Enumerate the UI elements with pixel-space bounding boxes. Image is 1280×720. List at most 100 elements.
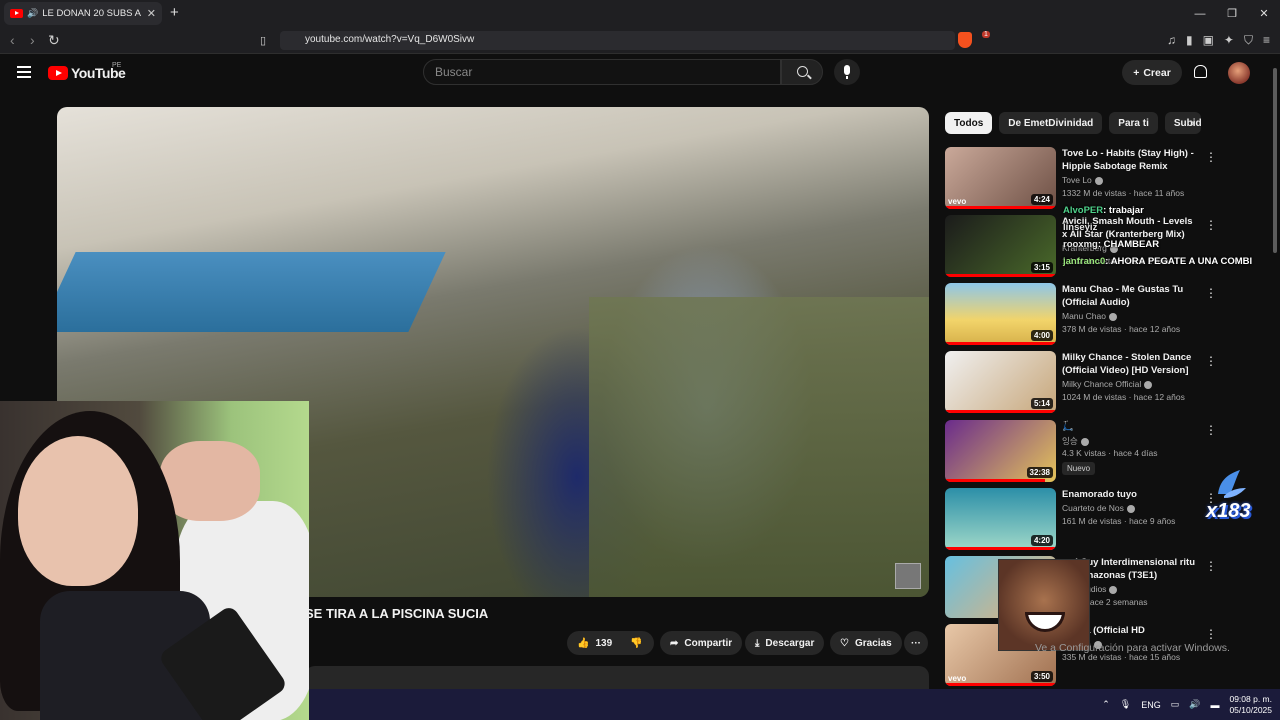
recommendation-title[interactable]: Manu Chao - Me Gustas Tu (Official Audio… [1062, 283, 1197, 309]
window-controls: — ❐ ✕ [1184, 0, 1280, 27]
recommendation-title[interactable]: 🛴 [1062, 420, 1197, 433]
channel-name[interactable]: 잉승 [1062, 435, 1089, 447]
scrollbar-thumb[interactable] [1273, 68, 1277, 253]
recommendation-item[interactable]: y el Cuy Interdimensional ritu del Amazo… [945, 556, 1265, 620]
cam-face-shape [18, 436, 138, 586]
pool-scene [57, 252, 446, 332]
forward-icon[interactable]: › [30, 32, 35, 48]
back-icon[interactable]: ‹ [10, 32, 15, 48]
chip-para-ti[interactable]: Para ti [1109, 112, 1158, 134]
recommendation-item[interactable]: 5:14 Milky Chance - Stolen Dance (Officia… [945, 351, 1265, 415]
chevron-right-icon[interactable]: › [1190, 114, 1195, 130]
minimize-icon[interactable]: — [1184, 0, 1216, 27]
avatar[interactable] [1228, 62, 1250, 84]
more-options-icon[interactable]: ⋮ [1205, 150, 1217, 164]
notifications-bell-icon[interactable] [1194, 65, 1207, 78]
display-icon[interactable]: ▭ [1171, 699, 1180, 710]
share-icon: ➦ [670, 637, 679, 649]
duration-badge: 4:00 [1030, 330, 1053, 341]
video-thumbnail[interactable]: 3:15 [945, 215, 1056, 277]
rewards-badge[interactable]: 1 [982, 31, 990, 38]
like-dislike-group: 👍 139 👎 [567, 631, 654, 655]
dislike-icon[interactable]: 👎 [630, 638, 642, 649]
chat-user: AlvoPER [1063, 205, 1104, 216]
microphone-icon[interactable]: 🎙 [1120, 699, 1131, 710]
browser-toolbar-icons: ♫ ▮ ▣ ✦ ⛉ ≡ [1167, 33, 1270, 48]
restore-icon[interactable]: ❐ [1216, 0, 1248, 27]
voice-search-icon[interactable] [834, 59, 860, 85]
watch-progress-bar [945, 342, 1056, 345]
chip-subidos[interactable]: Subidos [1164, 112, 1201, 134]
wallet-icon[interactable]: ▣ [1203, 33, 1214, 48]
language-indicator[interactable]: ENG [1141, 700, 1161, 710]
tab-close-icon[interactable]: ✕ [147, 7, 156, 20]
share-button[interactable]: ➦ Compartir [660, 631, 743, 655]
more-actions-button[interactable]: ··· [904, 631, 928, 655]
channel-name[interactable]: Manu Chao [1062, 311, 1117, 321]
browser-tab[interactable]: 🔊 LE DONAN 20 SUBS A EMETSI... ✕ [4, 2, 162, 25]
vpn-icon[interactable]: ⛉ [1244, 33, 1253, 48]
url-field[interactable]: youtube.com/watch?v=Vq_D6W0Sivw [280, 31, 955, 50]
more-options-icon[interactable]: ⋮ [1205, 423, 1217, 437]
channel-watermark-icon[interactable] [895, 563, 921, 589]
brave-shields-icon[interactable] [958, 32, 972, 48]
sidebar-icon[interactable]: ▮ [1186, 33, 1193, 48]
bookmark-icon[interactable]: ▯ [260, 34, 266, 47]
reload-icon[interactable]: ↻ [48, 32, 60, 49]
recommendation-title[interactable]: Tove Lo - Habits (Stay High) - Hippie Sa… [1062, 147, 1197, 173]
verified-check-icon [1109, 585, 1118, 594]
more-options-icon[interactable]: ⋮ [1205, 627, 1217, 641]
filter-chips: Todos De EmetDivinidad Para ti Subidos [945, 112, 1201, 134]
search-icon [797, 66, 808, 77]
new-tab-button[interactable]: + [170, 4, 179, 21]
like-icon[interactable]: 👍 [577, 638, 589, 649]
watch-progress-bar [945, 410, 1056, 413]
watch-progress-bar [945, 206, 1056, 209]
recommendation-item[interactable]: vevo3:50- Loba (Official HDShakira335 M … [945, 624, 1265, 688]
media-icon[interactable]: ♫ [1167, 33, 1176, 48]
video-thumbnail[interactable]: 4:00 [945, 283, 1056, 345]
chevron-up-icon[interactable]: ⌃ [1102, 699, 1110, 710]
recommendation-title[interactable]: Milky Chance - Stolen Dance (Official Vi… [1062, 351, 1197, 377]
chip-channel[interactable]: De EmetDivinidad [999, 112, 1103, 134]
close-window-icon[interactable]: ✕ [1248, 0, 1280, 27]
duration-badge: 32:38 [1026, 467, 1053, 478]
download-label: Descargar [765, 637, 815, 649]
speaker-icon[interactable]: 🔊 [27, 8, 38, 19]
leo-icon[interactable]: ✦ [1224, 33, 1234, 48]
plus-icon: + [1133, 66, 1140, 79]
tab-title: LE DONAN 20 SUBS A EMETSI... [42, 8, 143, 19]
recommendation-title[interactable]: Enamorado tuyo [1062, 488, 1197, 501]
chip-todos[interactable]: Todos [945, 112, 993, 134]
chat-text: : AHORA PEGATE A UNA COMBI [1105, 256, 1253, 267]
clock[interactable]: 09:08 p. m. 05/10/2025 [1229, 694, 1272, 716]
search-button[interactable] [781, 59, 823, 85]
download-button[interactable]: ⤓ Descargar [745, 631, 825, 655]
activate-windows-watermark: Ve a Configuración para activar Windows. [1035, 642, 1230, 654]
thanks-button[interactable]: ♡ Gracias [830, 631, 902, 655]
volume-icon[interactable]: 🔊 [1189, 699, 1200, 710]
recommendation-item[interactable]: 4:00 Manu Chao - Me Gustas Tu (Official A… [945, 283, 1265, 347]
battery-icon[interactable]: ▬ [1210, 700, 1219, 710]
video-thumbnail[interactable]: 4:20 [945, 488, 1056, 550]
more-options-icon[interactable]: ⋮ [1205, 286, 1217, 300]
system-tray: ⌃ 🎙 ENG ▭ 🔊 ▬ 09:08 p. m. 05/10/2025 [1102, 689, 1272, 720]
search-input[interactable]: Buscar [423, 59, 781, 85]
more-options-icon[interactable]: ⋮ [1205, 559, 1217, 573]
more-options-icon[interactable]: ⋮ [1205, 354, 1217, 368]
video-thumbnail[interactable]: 5:14 [945, 351, 1056, 413]
duration-badge: 5:14 [1030, 398, 1053, 409]
video-thumbnail[interactable]: vevo 4:24 [945, 147, 1056, 209]
create-button[interactable]: + Crear [1122, 60, 1182, 85]
hamburger-menu-icon[interactable] [17, 66, 31, 78]
channel-name[interactable]: Tove Lo [1062, 175, 1103, 185]
verified-check-icon [1108, 312, 1117, 321]
stream-chat-overlay: AlvoPER: trabajar linseyiz rooxmg: CHAMB… [1063, 202, 1252, 270]
channel-name[interactable]: Cuarteto de Nos [1062, 503, 1135, 513]
menu-icon[interactable]: ≡ [1263, 33, 1270, 48]
channel-name[interactable]: Milky Chance Official [1062, 379, 1153, 389]
vevo-logo: vevo [948, 674, 967, 683]
like-count[interactable]: 139 [595, 638, 612, 649]
chat-user: rooxmg [1063, 239, 1098, 250]
video-thumbnail[interactable]: 32:38 [945, 420, 1056, 482]
